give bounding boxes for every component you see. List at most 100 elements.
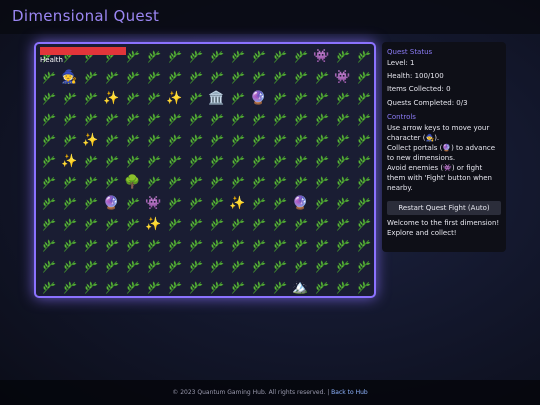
sparkle-item-icon[interactable]: ✨ <box>101 88 122 109</box>
leaf-icon <box>248 172 269 193</box>
leaf-icon <box>290 109 311 130</box>
leaf-icon <box>248 67 269 88</box>
leaf-icon <box>269 88 290 109</box>
portal-icon[interactable]: 🔮 <box>248 88 269 109</box>
leaf-icon <box>227 214 248 235</box>
leaf-icon <box>122 88 143 109</box>
leaf-icon <box>164 67 185 88</box>
leaf-icon <box>227 256 248 277</box>
leaf-icon <box>185 151 206 172</box>
leaf-icon <box>185 235 206 256</box>
leaf-icon <box>353 46 374 67</box>
mountain-icon[interactable]: 🏔️ <box>290 277 311 296</box>
sparkle-item-icon[interactable]: ✨ <box>164 88 185 109</box>
leaf-icon <box>164 235 185 256</box>
leaf-icon <box>269 109 290 130</box>
leaf-icon <box>206 235 227 256</box>
leaf-icon <box>185 214 206 235</box>
sparkle-item-icon[interactable]: ✨ <box>80 130 101 151</box>
leaf-icon <box>101 214 122 235</box>
leaf-icon <box>164 151 185 172</box>
leaf-icon <box>227 109 248 130</box>
leaf-icon <box>248 109 269 130</box>
enemy-icon[interactable]: 👾 <box>332 67 353 88</box>
leaf-icon <box>185 130 206 151</box>
leaf-icon <box>227 172 248 193</box>
leaf-icon <box>248 235 269 256</box>
leaf-icon <box>59 88 80 109</box>
leaf-icon <box>290 88 311 109</box>
leaf-icon <box>80 67 101 88</box>
leaf-icon <box>143 256 164 277</box>
leaf-icon <box>332 214 353 235</box>
leaf-icon <box>269 193 290 214</box>
leaf-icon <box>353 109 374 130</box>
leaf-icon <box>290 151 311 172</box>
leaf-icon <box>38 67 59 88</box>
leaf-icon <box>122 193 143 214</box>
enemy-icon[interactable]: 👾 <box>311 46 332 67</box>
leaf-icon <box>38 109 59 130</box>
sparkle-item-icon[interactable]: ✨ <box>143 214 164 235</box>
leaf-icon <box>143 67 164 88</box>
leaf-icon <box>122 256 143 277</box>
leaf-icon <box>80 256 101 277</box>
leaf-icon <box>185 109 206 130</box>
leaf-icon <box>353 67 374 88</box>
quest-status-heading: Quest Status <box>387 48 433 56</box>
leaf-icon <box>227 277 248 296</box>
back-to-hub-link[interactable]: Back to Hub <box>331 389 368 396</box>
leaf-icon <box>248 193 269 214</box>
leaf-icon <box>227 235 248 256</box>
leaf-icon <box>269 130 290 151</box>
leaf-icon <box>353 235 374 256</box>
health-bar-fill <box>40 47 126 55</box>
leaf-icon <box>101 235 122 256</box>
temple-icon[interactable]: 🏛️ <box>206 88 227 109</box>
portal-icon[interactable]: 🔮 <box>101 193 122 214</box>
leaf-icon <box>311 193 332 214</box>
leaf-icon <box>269 151 290 172</box>
leaf-icon <box>332 256 353 277</box>
leaf-icon <box>269 172 290 193</box>
leaf-icon <box>311 256 332 277</box>
leaf-icon <box>311 109 332 130</box>
leaf-icon <box>206 151 227 172</box>
leaf-icon <box>80 172 101 193</box>
leaf-icon <box>185 88 206 109</box>
leaf-icon <box>122 214 143 235</box>
leaf-icon <box>290 256 311 277</box>
leaf-icon <box>332 172 353 193</box>
page-footer: © 2023 Quantum Gaming Hub. All rights re… <box>0 380 540 405</box>
leaf-icon <box>206 277 227 296</box>
leaf-icon <box>185 256 206 277</box>
leaf-icon <box>143 235 164 256</box>
restart-fight-button[interactable]: Restart Quest Fight (Auto) <box>387 201 501 215</box>
leaf-icon <box>227 46 248 67</box>
enemy-icon[interactable]: 👾 <box>143 193 164 214</box>
leaf-icon <box>101 151 122 172</box>
leaf-icon <box>248 277 269 296</box>
leaf-icon <box>80 151 101 172</box>
leaf-icon <box>332 46 353 67</box>
leaf-icon <box>122 235 143 256</box>
controls-enemy-text: Avoid enemies (👾) or fight them with 'Fi… <box>387 164 492 192</box>
leaf-icon <box>38 214 59 235</box>
leaf-icon <box>332 88 353 109</box>
side-panel: Quest Status Level: 1 Health: 100/100 It… <box>382 42 506 252</box>
leaf-icon <box>80 277 101 296</box>
leaf-icon <box>206 214 227 235</box>
tree-icon[interactable]: 🌳 <box>122 172 143 193</box>
leaf-icon <box>101 130 122 151</box>
leaf-icon <box>59 109 80 130</box>
leaf-icon <box>248 130 269 151</box>
sparkle-item-icon[interactable]: ✨ <box>59 151 80 172</box>
game-board[interactable]: 👾 🧙 👾 ✨ ✨ 🏛️ 🔮 ✨ ✨ 🌳 🔮 👾 ✨ 🔮 ✨ 🏔️ Health <box>34 42 376 298</box>
leaf-icon <box>248 46 269 67</box>
leaf-icon <box>290 67 311 88</box>
leaf-icon <box>227 151 248 172</box>
leaf-icon <box>38 88 59 109</box>
portal-icon[interactable]: 🔮 <box>290 193 311 214</box>
leaf-icon <box>311 67 332 88</box>
sparkle-item-icon[interactable]: ✨ <box>227 193 248 214</box>
